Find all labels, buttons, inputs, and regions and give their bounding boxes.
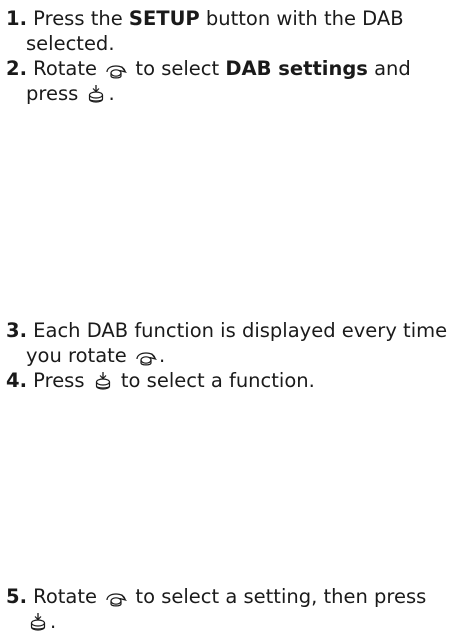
step-text: selected. xyxy=(26,32,115,55)
step-2-line-1: 2. Rotate to select DAB settings and xyxy=(6,56,464,81)
rotary-knob-icon xyxy=(135,348,157,366)
setup-button-label: SETUP xyxy=(128,7,200,30)
press-button-icon xyxy=(86,84,106,104)
step-text: . xyxy=(158,344,166,367)
step-5-line-1: 5. Rotate to select a setting, then pres… xyxy=(6,584,464,609)
press-button-icon xyxy=(93,371,113,391)
step-4: 4. Press to select a function. xyxy=(6,368,464,393)
step-number: 5. xyxy=(6,585,27,608)
step-text: Press the xyxy=(26,7,129,30)
step-1: 1. Press the SETUP button with the DAB s… xyxy=(6,6,464,56)
step-text: button with the DAB xyxy=(199,7,404,30)
step-text: Rotate xyxy=(26,585,104,608)
rotary-knob-icon xyxy=(105,61,128,79)
step-text: Press xyxy=(26,369,91,392)
step-2: 2. Rotate to select DAB settings and pre… xyxy=(6,56,464,106)
dab-settings-label: DAB settings xyxy=(225,57,368,80)
step-5: 5. Rotate to select a setting, then pres… xyxy=(6,584,464,634)
step-text: Rotate xyxy=(26,57,104,80)
step-4-line-1: 4. Press to select a function. xyxy=(6,368,464,393)
step-text: to select a setting, then press xyxy=(129,585,427,608)
step-text: to select a function. xyxy=(114,369,315,392)
step-number: 2. xyxy=(6,57,27,80)
step-number: 1. xyxy=(6,7,27,30)
press-button-icon xyxy=(28,612,48,632)
step-text: . xyxy=(108,82,115,105)
step-2-line-2: press . xyxy=(6,81,464,106)
step-text: and xyxy=(367,57,411,80)
step-text: . xyxy=(50,610,57,633)
step-text: press xyxy=(26,82,85,105)
step-text: Each DAB function is displayed every tim… xyxy=(26,319,448,342)
step-3-line-2: you rotate . xyxy=(6,343,464,368)
step-text: you rotate xyxy=(26,344,133,367)
rotary-knob-icon xyxy=(105,589,128,607)
step-5-line-2: . xyxy=(6,609,464,634)
step-3-line-1: 3. Each DAB function is displayed every … xyxy=(6,318,464,343)
step-1-line-1: 1. Press the SETUP button with the DAB xyxy=(6,6,464,31)
step-number: 3. xyxy=(6,319,27,342)
step-number: 4. xyxy=(6,369,27,392)
step-1-line-2: selected. xyxy=(6,31,464,56)
step-3: 3. Each DAB function is displayed every … xyxy=(6,318,464,368)
step-text: to select xyxy=(129,57,226,80)
